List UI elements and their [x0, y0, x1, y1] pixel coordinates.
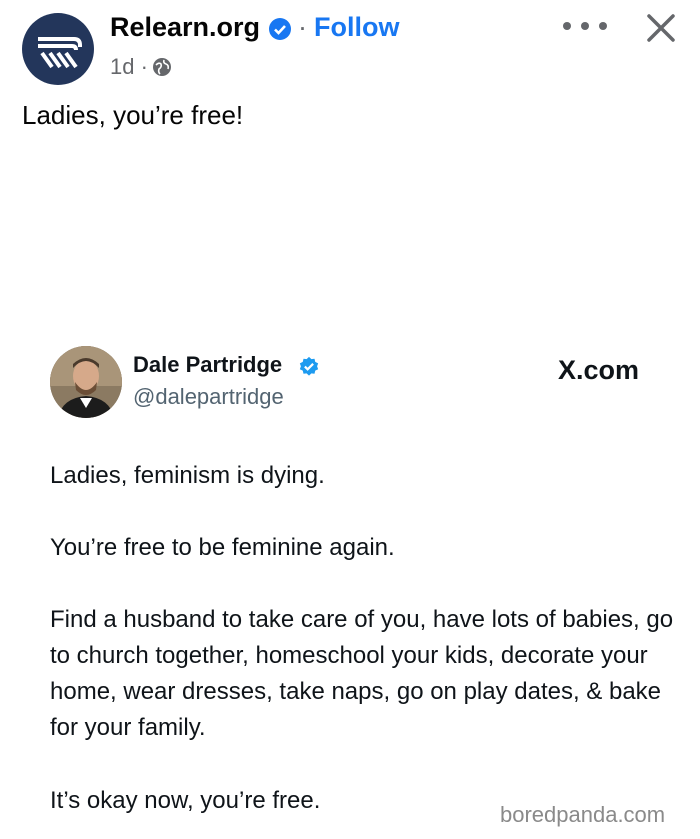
more-dot: [599, 22, 607, 30]
globe-icon: [152, 58, 171, 76]
post-meta: 1d ·: [110, 54, 172, 80]
watermark: boredpanda.com: [500, 802, 666, 827]
tweet-paragraph: Find a husband to take care of you, have…: [50, 606, 674, 741]
separator-dot: ·: [298, 12, 307, 42]
author-photo: [50, 346, 122, 418]
verified-badge-icon: [299, 356, 319, 376]
tweet-paragraph: It’s okay now, you’re free.: [50, 787, 321, 814]
tweet-paragraph: Ladies, feminism is dying.: [50, 462, 325, 489]
more-dot: [581, 22, 589, 30]
page-name[interactable]: Relearn.org: [110, 12, 260, 43]
source-label: X.com: [558, 355, 640, 385]
more-options-button[interactable]: [563, 14, 607, 38]
tweet-paragraph: You’re free to be feminine again.: [50, 534, 395, 561]
verified-badge-icon: [269, 18, 291, 40]
tweet-author-handle[interactable]: @dalepartridge: [133, 384, 284, 410]
relearn-logo-icon: [38, 37, 82, 69]
post-text: Ladies, you’re free!: [22, 100, 244, 130]
more-dot: [563, 22, 571, 30]
page-avatar[interactable]: [22, 13, 94, 85]
tweet-author-avatar[interactable]: [50, 346, 122, 418]
tweet-author-name[interactable]: Dale Partridge: [133, 352, 282, 378]
close-icon[interactable]: [641, 8, 681, 48]
post-time[interactable]: 1d ·: [110, 54, 148, 80]
follow-button[interactable]: Follow: [314, 12, 399, 43]
